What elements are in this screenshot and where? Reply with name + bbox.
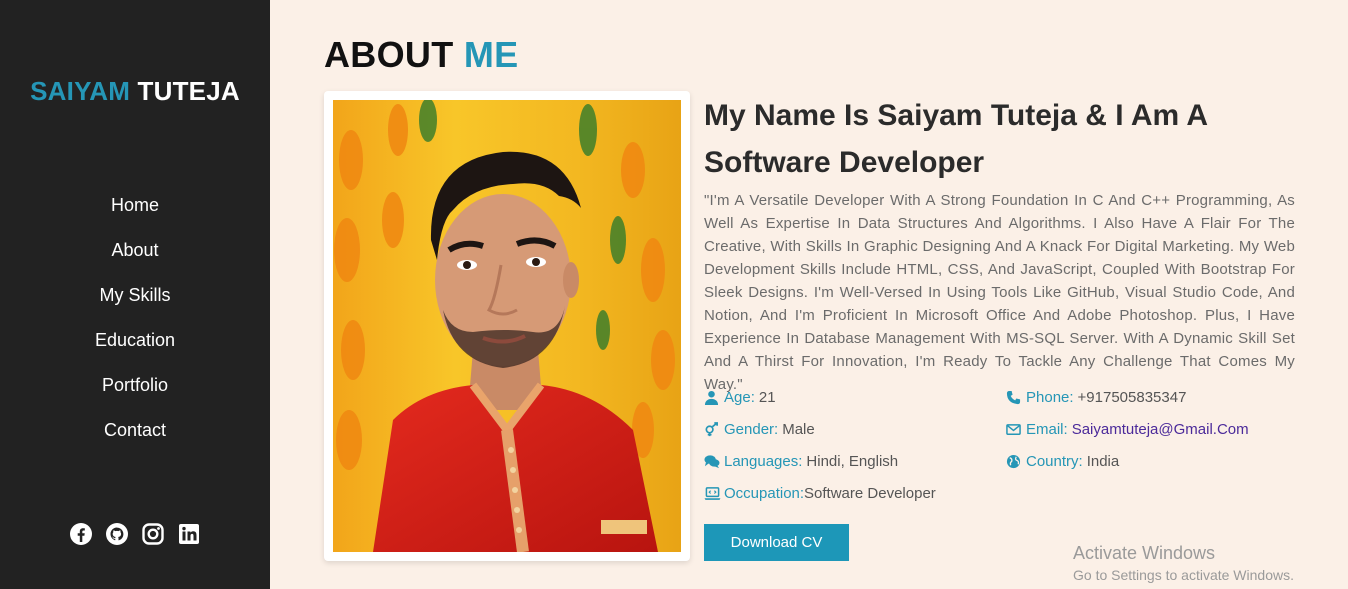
- social-links: [0, 522, 270, 546]
- info-occupation-value: Software Developer: [804, 485, 936, 502]
- info-country-value: India: [1086, 453, 1120, 470]
- info-age: Age: 21: [704, 389, 776, 406]
- nav-link-contact[interactable]: Contact: [104, 415, 166, 445]
- brand-logo[interactable]: SAIYAM TUTEJA: [0, 76, 270, 107]
- nav-link-education[interactable]: Education: [95, 325, 175, 355]
- envelope-icon: [1006, 422, 1021, 437]
- info-phone: Phone: +917505835347: [1006, 389, 1186, 406]
- info-email: Email: Saiyamtuteja@Gmail.Com: [1006, 421, 1249, 438]
- nav-link-home[interactable]: Home: [111, 190, 159, 220]
- info-age-label: Age:: [724, 389, 755, 406]
- watermark-title: Activate Windows: [1073, 543, 1216, 563]
- brand-first-name: SAIYAM: [30, 76, 131, 106]
- laptop-code-icon: [704, 486, 721, 501]
- phone-icon: [1006, 390, 1021, 405]
- nav-item-education: Education: [0, 325, 270, 370]
- user-icon: [704, 390, 719, 405]
- about-title-accent: ME: [463, 34, 519, 75]
- info-occupation-label: Occupation:: [724, 485, 805, 502]
- nav-link-about[interactable]: About: [111, 235, 158, 265]
- info-email-label: Email:: [1026, 421, 1068, 438]
- info-occupation: Occupation: Software Developer: [704, 485, 936, 502]
- profile-photo-card: [324, 91, 690, 561]
- linkedin-icon[interactable]: [177, 522, 201, 546]
- sidebar: SAIYAM TUTEJA Home About My Skills Educa…: [0, 0, 270, 589]
- about-title: ABOUT ME: [324, 34, 518, 76]
- nav-link-skills[interactable]: My Skills: [100, 280, 171, 310]
- about-headline: My Name Is Saiyam Tuteja & I Am A Softwa…: [704, 99, 1207, 179]
- info-languages-label: Languages:: [724, 453, 803, 470]
- sidebar-nav: Home About My Skills Education Portfolio…: [0, 190, 270, 460]
- nav-item-home: Home: [0, 190, 270, 235]
- windows-activation-watermark: Activate Windows Go to Settings to activ…: [1073, 543, 1294, 587]
- nav-item-about: About: [0, 235, 270, 280]
- nav-item-skills: My Skills: [0, 280, 270, 325]
- github-icon[interactable]: [105, 522, 129, 546]
- comments-icon: [704, 454, 720, 469]
- nav-item-contact: Contact: [0, 415, 270, 460]
- brand-last-name: TUTEJA: [137, 76, 240, 106]
- info-languages-value: Hindi, English: [806, 453, 899, 470]
- nav-link-portfolio[interactable]: Portfolio: [102, 370, 168, 400]
- about-bio: "I'm A Versatile Developer With A Strong…: [704, 192, 1295, 393]
- about-title-main: ABOUT: [324, 34, 454, 75]
- info-gender: Gender: Male: [704, 421, 815, 438]
- nav-item-portfolio: Portfolio: [0, 370, 270, 415]
- info-phone-label: Phone:: [1026, 389, 1074, 406]
- gender-icon: [704, 422, 719, 437]
- download-cv-button[interactable]: Download CV: [704, 524, 849, 561]
- info-country: Country: India: [1006, 453, 1119, 470]
- instagram-icon[interactable]: [141, 522, 165, 546]
- info-gender-label: Gender:: [724, 421, 779, 438]
- info-country-label: Country:: [1026, 453, 1083, 470]
- info-age-value: 21: [758, 389, 776, 406]
- info-phone-value[interactable]: +917505835347: [1078, 389, 1187, 406]
- profile-photo: [333, 100, 681, 552]
- watermark-subtitle: Go to Settings to activate Windows.: [1073, 567, 1294, 583]
- facebook-icon[interactable]: [69, 522, 93, 546]
- globe-icon: [1006, 454, 1021, 469]
- info-email-link[interactable]: Saiyamtuteja@Gmail.Com: [1072, 421, 1249, 438]
- info-gender-value: Male: [782, 421, 815, 438]
- info-languages: Languages: Hindi, English: [704, 453, 898, 470]
